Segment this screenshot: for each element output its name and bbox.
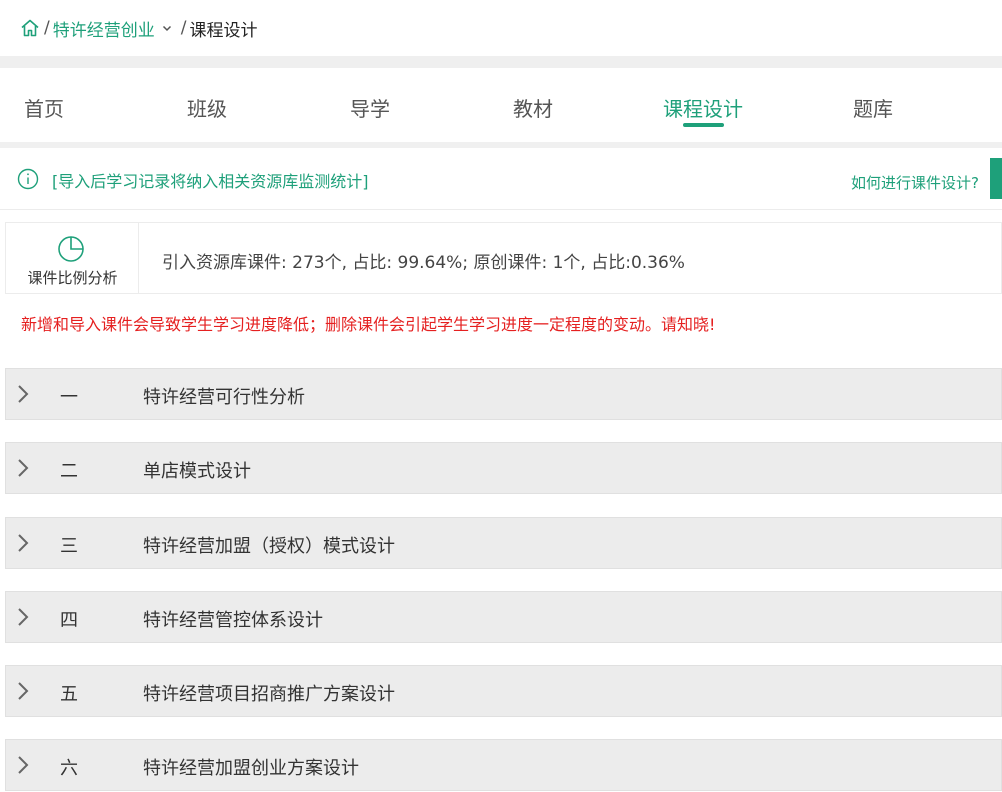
active-tab-indicator [683, 123, 724, 127]
chevron-right-icon[interactable] [16, 533, 30, 553]
ratio-analysis-button[interactable]: 课件比例分析 [6, 223, 139, 293]
breadcrumb: / 特许经营创业 / 课程设计 [0, 0, 1002, 56]
ratio-analysis-label: 课件比例分析 [27, 269, 118, 287]
home-icon[interactable] [20, 18, 40, 38]
divider [0, 56, 1002, 68]
chapter-row[interactable]: 三 特许经营加盟（授权）模式设计 [5, 517, 1002, 569]
breadcrumb-course-link[interactable]: 特许经营创业 [53, 16, 155, 41]
chapter-row[interactable]: 五 特许经营项目招商推广方案设计 [5, 665, 1002, 717]
tab-home[interactable]: 首页 [24, 93, 64, 122]
stats-panel: 课件比例分析 引入资源库课件: 273个, 占比: 99.64%; 原创课件: … [5, 222, 1002, 294]
tab-class[interactable]: 班级 [187, 93, 227, 122]
chapter-number: 一 [60, 387, 78, 408]
chapter-title: 特许经营项目招商推广方案设计 [143, 684, 395, 705]
tab-question-bank[interactable]: 题库 [853, 93, 893, 122]
chapter-number: 四 [60, 610, 78, 631]
notice-text: [导入后学习记录将纳入相关资源库监测统计] [52, 172, 369, 191]
info-icon [17, 168, 39, 190]
chevron-right-icon[interactable] [16, 607, 30, 627]
notice-bar: [导入后学习记录将纳入相关资源库监测统计] 如何进行课件设计? [0, 148, 1002, 210]
tab-course-design[interactable]: 课程设计 [663, 93, 743, 122]
chapter-title: 特许经营可行性分析 [143, 387, 305, 408]
help-link[interactable]: 如何进行课件设计? [851, 172, 979, 193]
breadcrumb-separator: / [44, 18, 50, 38]
chapter-title: 特许经营管控体系设计 [143, 610, 323, 631]
chapter-row[interactable]: 六 特许经营加盟创业方案设计 [5, 739, 1002, 791]
chapter-row[interactable]: 二 单店模式设计 [5, 442, 1002, 494]
chevron-right-icon[interactable] [16, 458, 30, 478]
chapter-number: 三 [60, 536, 78, 557]
tab-guide[interactable]: 导学 [350, 93, 390, 122]
chevron-right-icon[interactable] [16, 384, 30, 404]
side-tab[interactable] [990, 158, 1002, 199]
chapter-number: 五 [60, 684, 78, 705]
warning-text: 新增和导入课件会导致学生学习进度降低；删除课件会引起学生学习进度一定程度的变动。… [21, 315, 716, 334]
chapter-number: 六 [60, 758, 78, 779]
breadcrumb-separator: / [180, 18, 187, 38]
chapter-row[interactable]: 四 特许经营管控体系设计 [5, 591, 1002, 643]
breadcrumb-current: 课程设计 [189, 20, 258, 41]
chevron-down-icon[interactable] [161, 22, 173, 34]
chapter-title: 特许经营加盟（授权）模式设计 [143, 536, 395, 557]
chapter-number: 二 [60, 461, 78, 482]
tab-textbook[interactable]: 教材 [513, 93, 553, 122]
chapter-title: 特许经营加盟创业方案设计 [143, 758, 359, 779]
pie-chart-icon [57, 235, 85, 263]
chapter-row[interactable]: 一 特许经营可行性分析 [5, 368, 1002, 420]
chapter-title: 单店模式设计 [143, 461, 251, 482]
stats-summary: 引入资源库课件: 273个, 占比: 99.64%; 原创课件: 1个, 占比:… [162, 253, 685, 273]
chevron-right-icon[interactable] [16, 681, 30, 701]
chevron-right-icon[interactable] [16, 755, 30, 775]
tab-bar: 首页 班级 导学 教材 课程设计 题库 [0, 68, 1002, 142]
